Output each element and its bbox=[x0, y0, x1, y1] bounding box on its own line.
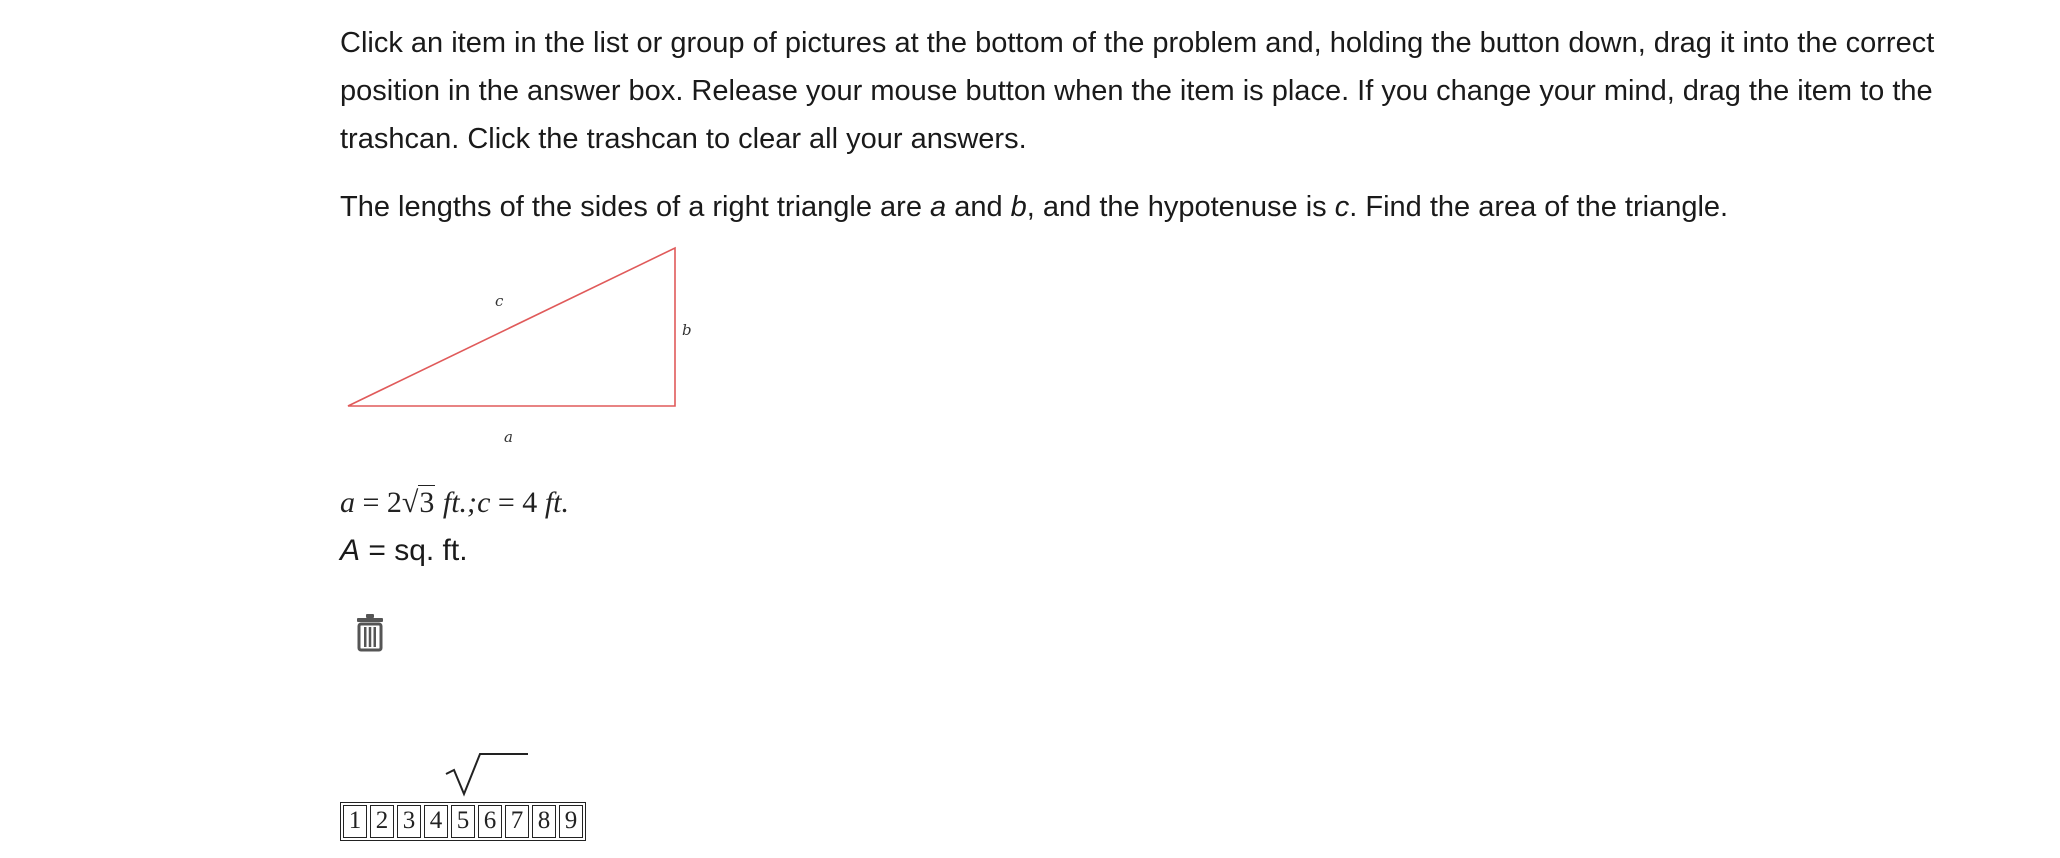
digit-tile-9[interactable]: 9 bbox=[559, 805, 583, 838]
trash-can-icon bbox=[357, 614, 383, 652]
given-values: a = 2√3 ft.;c = 4 ft. bbox=[340, 485, 569, 520]
digit-tile-6[interactable]: 6 bbox=[478, 805, 502, 838]
answer-box[interactable]: A = sq. ft. bbox=[340, 534, 468, 568]
question-part: , and the hypotenuse is bbox=[1026, 191, 1335, 223]
label-a: a bbox=[504, 428, 513, 446]
answer-rest: = sq. ft. bbox=[360, 534, 468, 567]
given-var-c: c bbox=[477, 486, 491, 519]
label-b: b bbox=[682, 321, 692, 339]
radicand: 3 bbox=[418, 485, 436, 519]
digit-tiles: 1 2 3 4 5 6 7 8 9 bbox=[340, 802, 586, 841]
right-triangle-figure: c b a bbox=[347, 246, 692, 446]
digit-tile-1[interactable]: 1 bbox=[343, 805, 367, 838]
instructions-text: Click an item in the list or group of pi… bbox=[340, 27, 1935, 155]
question-part: The lengths of the sides of a right tria… bbox=[340, 191, 931, 223]
given-unit2: ft. bbox=[537, 486, 569, 519]
digit-tile-5[interactable]: 5 bbox=[451, 805, 475, 838]
given-eq1: = 2 bbox=[355, 486, 402, 519]
sqrt-expression: √3 bbox=[401, 485, 436, 519]
draggable-tiles: 1 2 3 4 5 6 7 8 9 bbox=[340, 750, 640, 845]
digit-tile-3[interactable]: 3 bbox=[397, 805, 421, 838]
digit-tile-8[interactable]: 8 bbox=[532, 805, 556, 838]
answer-var: A bbox=[340, 534, 361, 567]
question-part: . Find the area of the triangle. bbox=[1349, 191, 1729, 223]
digit-tile-2[interactable]: 2 bbox=[370, 805, 394, 838]
question-var-c: c bbox=[1334, 191, 1350, 223]
digit-tile-4[interactable]: 4 bbox=[424, 805, 448, 838]
triangle-shape bbox=[347, 246, 676, 407]
question-part: and bbox=[946, 191, 1011, 223]
digit-tile-7[interactable]: 7 bbox=[505, 805, 529, 838]
given-unit1: ft.; bbox=[435, 486, 478, 519]
given-var-a: a bbox=[340, 486, 355, 519]
given-eq2: = 4 bbox=[490, 486, 538, 519]
question-var-b: b bbox=[1010, 191, 1027, 223]
trash-can-icon[interactable] bbox=[354, 612, 386, 652]
question-text: The lengths of the sides of a right tria… bbox=[340, 183, 2020, 231]
label-c: c bbox=[495, 292, 504, 310]
question-var-a: a bbox=[930, 191, 947, 223]
square-root-icon[interactable] bbox=[444, 750, 530, 798]
